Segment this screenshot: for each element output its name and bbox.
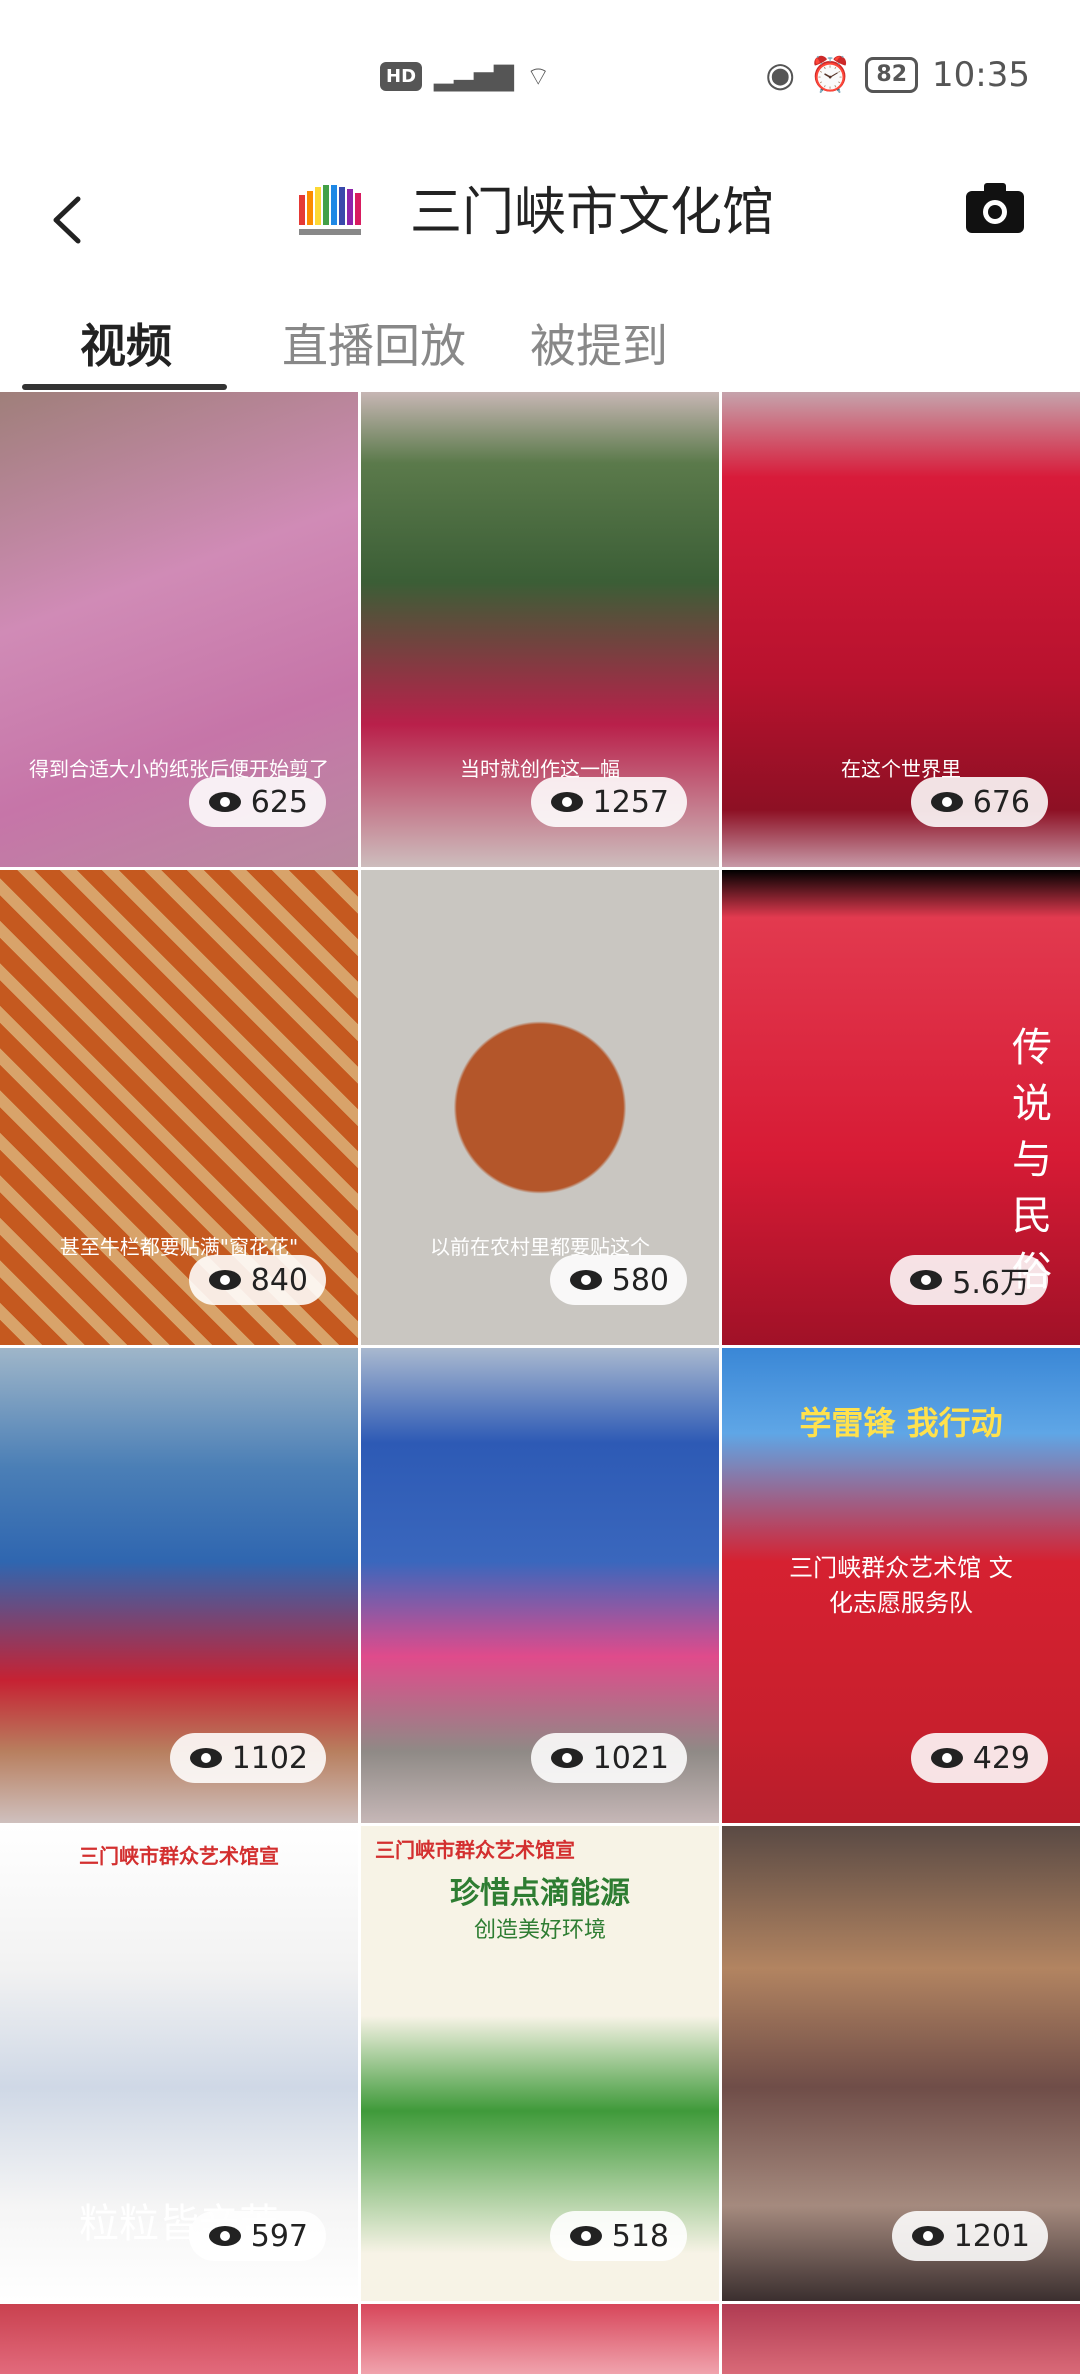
app-header: 三门峡市文化馆 — [0, 160, 1080, 280]
back-button[interactable] — [40, 185, 100, 255]
video-thumbnail[interactable]: 甚至牛栏都要贴满"窗花花" 840 — [0, 870, 358, 1345]
view-count: 1257 — [530, 777, 687, 827]
tab-videos[interactable]: 视频 — [80, 310, 172, 376]
view-count: 429 — [910, 1733, 1048, 1783]
tab-live-replay[interactable]: 直播回放 — [282, 310, 466, 376]
eye-icon — [569, 1270, 602, 1290]
view-count-value: 676 — [972, 784, 1030, 820]
eye-icon — [208, 1270, 241, 1290]
tab-bar: 视频 直播回放 被提到 — [0, 300, 1080, 392]
view-count: 1102 — [169, 1733, 326, 1783]
eye-icon — [910, 1270, 943, 1290]
signal-icon: ▂▃▅▇ — [434, 61, 514, 92]
view-count: 840 — [188, 1255, 326, 1305]
view-count-value: 580 — [611, 1262, 669, 1298]
view-count-value: 840 — [250, 1262, 308, 1298]
view-count: 1021 — [530, 1733, 687, 1783]
eye-icon — [208, 2226, 241, 2246]
alarm-icon: ⏰ — [809, 55, 852, 95]
video-thumbnail[interactable]: 学雷锋 我行动 三门峡群众艺术馆 文化志愿服务队 429 — [722, 1348, 1080, 1823]
view-count-value: 518 — [611, 2218, 669, 2254]
eye-icon — [550, 792, 583, 812]
camera-button[interactable] — [962, 175, 1028, 241]
battery-indicator: 82 — [865, 57, 919, 93]
poster-banner: 三门峡群众艺术馆 文化志愿服务队 — [789, 1554, 1013, 1617]
view-count: 676 — [910, 777, 1048, 827]
wifi-icon: ⌔ — [526, 62, 551, 92]
eye-icon — [930, 792, 963, 812]
eye-icon — [930, 1748, 963, 1768]
video-thumbnail[interactable]: 当时就创作这一幅 1257 — [361, 392, 719, 867]
view-count-value: 597 — [250, 2218, 308, 2254]
eye-icon: ◉ — [765, 55, 796, 95]
video-thumbnail[interactable]: 在这个世界里 676 — [722, 392, 1080, 867]
poster-heading: 学雷锋 我行动 — [799, 1404, 1003, 1442]
video-thumbnail[interactable] — [0, 2304, 358, 2374]
view-count: 518 — [549, 2211, 687, 2261]
video-thumbnail[interactable]: 得到合适大小的纸张后便开始剪了 625 — [0, 392, 358, 867]
view-count-value: 1201 — [953, 2218, 1030, 2254]
view-count: 597 — [188, 2211, 326, 2261]
video-thumbnail[interactable]: 1021 — [361, 1348, 719, 1823]
system-indicators: ◉ ⏰ 82 10:35 — [765, 55, 1030, 95]
poster-heading: 三门峡市群众艺术馆宣 — [79, 1844, 279, 1868]
camera-icon — [966, 183, 1024, 233]
eye-icon — [208, 792, 241, 812]
eye-icon — [569, 2226, 602, 2246]
view-count-value: 1102 — [231, 1740, 308, 1776]
view-count-value: 5.6万 — [952, 1266, 1030, 1301]
video-thumbnail[interactable]: 三门峡市群众艺术馆宣 粒粒皆辛苦 597 — [0, 1826, 358, 2301]
view-count: 580 — [549, 1255, 687, 1305]
back-arrow-icon — [53, 196, 81, 244]
view-count-value: 429 — [972, 1740, 1030, 1776]
video-thumbnail[interactable] — [361, 2304, 719, 2374]
eye-icon — [189, 1748, 222, 1768]
view-count-value: 625 — [250, 784, 308, 820]
hd-badge: HD — [380, 62, 423, 91]
view-count: 5.6万 — [890, 1255, 1048, 1305]
eye-icon — [911, 2226, 944, 2246]
active-tab-indicator — [22, 384, 227, 390]
video-grid: 得到合适大小的纸张后便开始剪了 625 当时就创作这一幅 1257 在这个世界里… — [0, 392, 1080, 2374]
tab-mentioned[interactable]: 被提到 — [530, 310, 668, 376]
video-thumbnail[interactable]: 1201 — [722, 1826, 1080, 2301]
network-indicators: HD ▂▃▅▇ ⌔ — [380, 60, 550, 93]
poster-heading: 三门峡市群众艺术馆宣 — [375, 1838, 575, 1862]
view-count: 1201 — [891, 2211, 1048, 2261]
video-thumbnail[interactable]: 以前在农村里都要贴这个 580 — [361, 870, 719, 1345]
eye-icon — [550, 1748, 583, 1768]
view-count-value: 1257 — [592, 784, 669, 820]
page-title: 三门峡市文化馆 — [410, 183, 775, 243]
video-thumbnail[interactable] — [722, 2304, 1080, 2374]
view-count: 625 — [188, 777, 326, 827]
video-thumbnail[interactable]: 传说与民俗 5.6万 — [722, 870, 1080, 1345]
clock: 10:35 — [932, 55, 1030, 95]
poster-title: 珍惜点滴能源 — [450, 1876, 630, 1911]
view-count-value: 1021 — [592, 1740, 669, 1776]
video-thumbnail[interactable]: 三门峡市群众艺术馆宣 珍惜点滴能源 创造美好环境 518 — [361, 1826, 719, 2301]
status-bar: HD ▂▃▅▇ ⌔ ◉ ⏰ 82 10:35 — [0, 0, 1080, 160]
poster-subtitle: 创造美好环境 — [473, 1918, 606, 1943]
account-logo-icon — [295, 175, 375, 245]
video-thumbnail[interactable]: 1102 — [0, 1348, 358, 1823]
